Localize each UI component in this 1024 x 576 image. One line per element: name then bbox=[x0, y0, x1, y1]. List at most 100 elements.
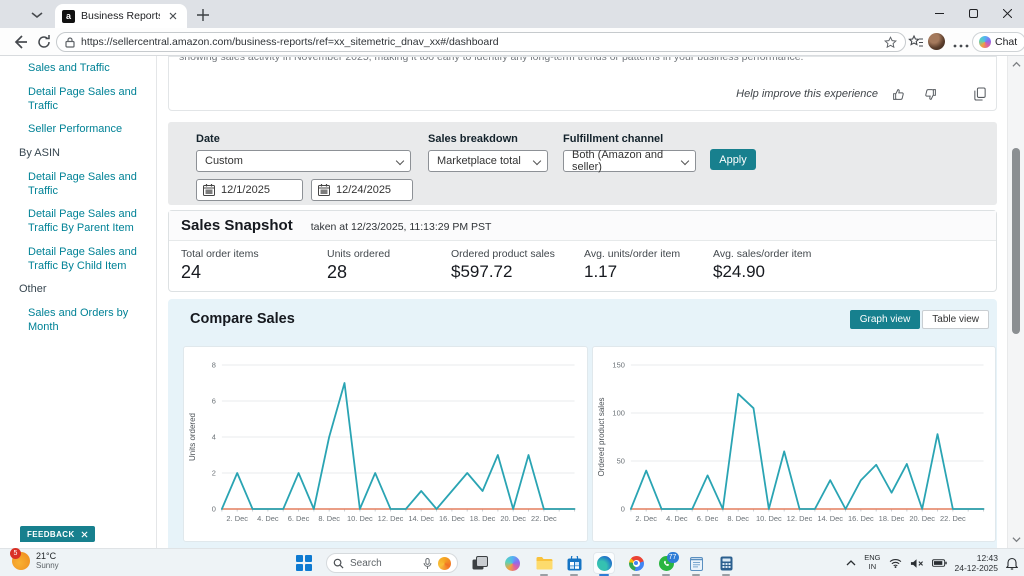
sales-snapshot-card: Sales Snapshot taken at 12/23/2025, 11:1… bbox=[168, 210, 997, 292]
profile-avatar[interactable] bbox=[928, 33, 945, 50]
sidebar-item-detail-page-sales-traffic-asin[interactable]: Detail Page Sales and Traffic bbox=[0, 171, 148, 199]
svg-text:6: 6 bbox=[212, 396, 216, 405]
fulfillment-channel-select[interactable]: Both (Amazon and seller) bbox=[563, 150, 696, 172]
microsoft-store-icon[interactable] bbox=[564, 553, 584, 573]
notification-bell-icon[interactable] bbox=[1006, 557, 1018, 570]
svg-text:50: 50 bbox=[616, 456, 624, 465]
svg-text:12. Dec: 12. Dec bbox=[786, 514, 812, 523]
sales-breakdown-label: Sales breakdown bbox=[428, 133, 518, 145]
volume-muted-icon[interactable] bbox=[910, 558, 924, 569]
refresh-icon[interactable] bbox=[36, 34, 52, 50]
thumbs-up-icon[interactable] bbox=[892, 88, 905, 101]
date-to-input[interactable]: 12/24/2025 bbox=[311, 179, 413, 201]
sidebar-item-sales-and-traffic[interactable]: Sales and Traffic bbox=[0, 62, 148, 76]
favorites-icon[interactable] bbox=[908, 34, 924, 50]
back-icon[interactable] bbox=[12, 34, 28, 50]
file-explorer-icon[interactable] bbox=[534, 553, 554, 573]
taskbar-search[interactable]: Search bbox=[326, 553, 458, 573]
svg-text:Ordered product sales: Ordered product sales bbox=[596, 397, 605, 476]
notepad-icon[interactable] bbox=[686, 553, 706, 573]
svg-text:12. Dec: 12. Dec bbox=[378, 514, 404, 523]
calculator-icon[interactable] bbox=[716, 553, 736, 573]
svg-text:18. Dec: 18. Dec bbox=[470, 514, 496, 523]
browser-navbar: https://sellercentral.amazon.com/busines… bbox=[0, 28, 1024, 56]
feedback-button[interactable]: FEEDBACK bbox=[20, 526, 95, 542]
whatsapp-icon[interactable]: 77 bbox=[656, 553, 676, 573]
sidebar-item-detail-page-sales-traffic[interactable]: Detail Page Sales and Traffic bbox=[0, 86, 148, 114]
svg-text:150: 150 bbox=[612, 360, 624, 369]
edge-icon[interactable] bbox=[594, 553, 614, 573]
copilot-chat-button[interactable]: Chat bbox=[972, 32, 1024, 52]
sidebar-item-sales-orders-by-month[interactable]: Sales and Orders by Month bbox=[0, 307, 148, 335]
whatsapp-badge: 77 bbox=[667, 552, 679, 563]
date-filter-label: Date bbox=[196, 133, 220, 145]
sidebar-item-detail-page-child-item[interactable]: Detail Page Sales and Traffic By Child I… bbox=[0, 246, 148, 274]
compare-sales-title: Compare Sales bbox=[190, 311, 295, 327]
sidebar-item-detail-page-parent-item[interactable]: Detail Page Sales and Traffic By Parent … bbox=[0, 208, 148, 236]
svg-text:10. Dec: 10. Dec bbox=[347, 514, 373, 523]
units-ordered-chart: 024682. Dec4. Dec6. Dec8. Dec10. Dec12. … bbox=[183, 346, 588, 542]
sales-snapshot-title: Sales Snapshot bbox=[181, 217, 293, 234]
weather-badge: 5 bbox=[10, 548, 21, 559]
close-tab-icon[interactable] bbox=[166, 9, 180, 23]
lock-icon[interactable] bbox=[65, 37, 75, 48]
sidebar-item-seller-performance[interactable]: Seller Performance bbox=[0, 123, 148, 137]
scrollbar-thumb[interactable] bbox=[1012, 148, 1020, 334]
task-view-icon[interactable] bbox=[470, 553, 490, 573]
chrome-icon[interactable] bbox=[626, 553, 646, 573]
battery-icon[interactable] bbox=[932, 558, 947, 568]
close-feedback-icon[interactable] bbox=[81, 531, 88, 538]
tray-chevron-icon[interactable] bbox=[846, 559, 856, 567]
ordered-product-sales-chart: 0501001502. Dec4. Dec6. Dec8. Dec10. Dec… bbox=[592, 346, 997, 542]
svg-text:8: 8 bbox=[212, 360, 216, 369]
calendar-icon bbox=[203, 184, 215, 196]
svg-text:8. Dec: 8. Dec bbox=[318, 514, 340, 523]
sales-breakdown-select[interactable]: Marketplace total bbox=[428, 150, 548, 172]
date-range-select[interactable]: Custom bbox=[196, 150, 411, 172]
page-scrollbar[interactable] bbox=[1007, 56, 1024, 548]
weather-desc: Sunny bbox=[36, 561, 59, 570]
thumbs-down-icon[interactable] bbox=[924, 88, 937, 101]
sidebar-nav: Sales and Traffic Detail Page Sales and … bbox=[0, 56, 157, 548]
svg-text:14. Dec: 14. Dec bbox=[817, 514, 843, 523]
svg-text:16. Dec: 16. Dec bbox=[848, 514, 874, 523]
more-menu-icon[interactable] bbox=[953, 38, 969, 54]
svg-text:0: 0 bbox=[212, 504, 216, 513]
search-placeholder: Search bbox=[350, 558, 417, 569]
svg-text:18. Dec: 18. Dec bbox=[878, 514, 904, 523]
tab-search-chevron-icon[interactable] bbox=[28, 7, 46, 23]
svg-text:Units ordered: Units ordered bbox=[188, 413, 197, 461]
date-from-input[interactable]: 12/1/2025 bbox=[196, 179, 303, 201]
language-indicator[interactable]: ENGIN bbox=[864, 554, 880, 571]
apply-button[interactable]: Apply bbox=[710, 149, 756, 170]
table-view-button[interactable]: Table view bbox=[922, 310, 989, 329]
scrollbar-down-icon[interactable] bbox=[1012, 535, 1021, 544]
fulfillment-channel-label: Fulfillment channel bbox=[563, 133, 663, 145]
banner-clipped-text: showing sales activity in November 2025,… bbox=[169, 56, 996, 63]
browser-tab[interactable]: a Business Reports bbox=[55, 4, 187, 28]
new-tab-icon[interactable] bbox=[196, 8, 210, 22]
svg-text:6. Dec: 6. Dec bbox=[288, 514, 310, 523]
copilot-taskbar-icon[interactable] bbox=[502, 553, 522, 573]
bookmark-star-icon[interactable] bbox=[884, 36, 897, 49]
report-filters: Date Custom 12/1/2025 12/24/2025 Sales b… bbox=[168, 122, 997, 205]
mic-icon[interactable] bbox=[423, 558, 432, 569]
graph-view-button[interactable]: Graph view bbox=[850, 310, 921, 329]
wifi-icon[interactable] bbox=[889, 558, 902, 568]
close-window-icon[interactable] bbox=[990, 0, 1024, 26]
scrollbar-up-icon[interactable] bbox=[1012, 60, 1021, 69]
address-bar[interactable]: https://sellercentral.amazon.com/busines… bbox=[56, 32, 906, 52]
copy-icon[interactable] bbox=[974, 87, 986, 101]
svg-text:4. Dec: 4. Dec bbox=[257, 514, 279, 523]
page-content: Sales and Traffic Detail Page Sales and … bbox=[0, 56, 1024, 548]
minimize-icon[interactable] bbox=[922, 0, 956, 26]
metric-avg-sales-per-order: Avg. sales/order item$24.90 bbox=[713, 248, 811, 283]
chevron-down-icon bbox=[533, 157, 541, 165]
search-highlight-icon[interactable] bbox=[438, 557, 451, 570]
svg-text:16. Dec: 16. Dec bbox=[439, 514, 465, 523]
weather-widget[interactable]: 5 21°C Sunny bbox=[12, 551, 59, 570]
start-button[interactable] bbox=[296, 555, 312, 571]
maximize-icon[interactable] bbox=[956, 0, 990, 26]
clock[interactable]: 12:4324-12-2025 bbox=[955, 553, 998, 573]
svg-text:4: 4 bbox=[212, 432, 216, 441]
